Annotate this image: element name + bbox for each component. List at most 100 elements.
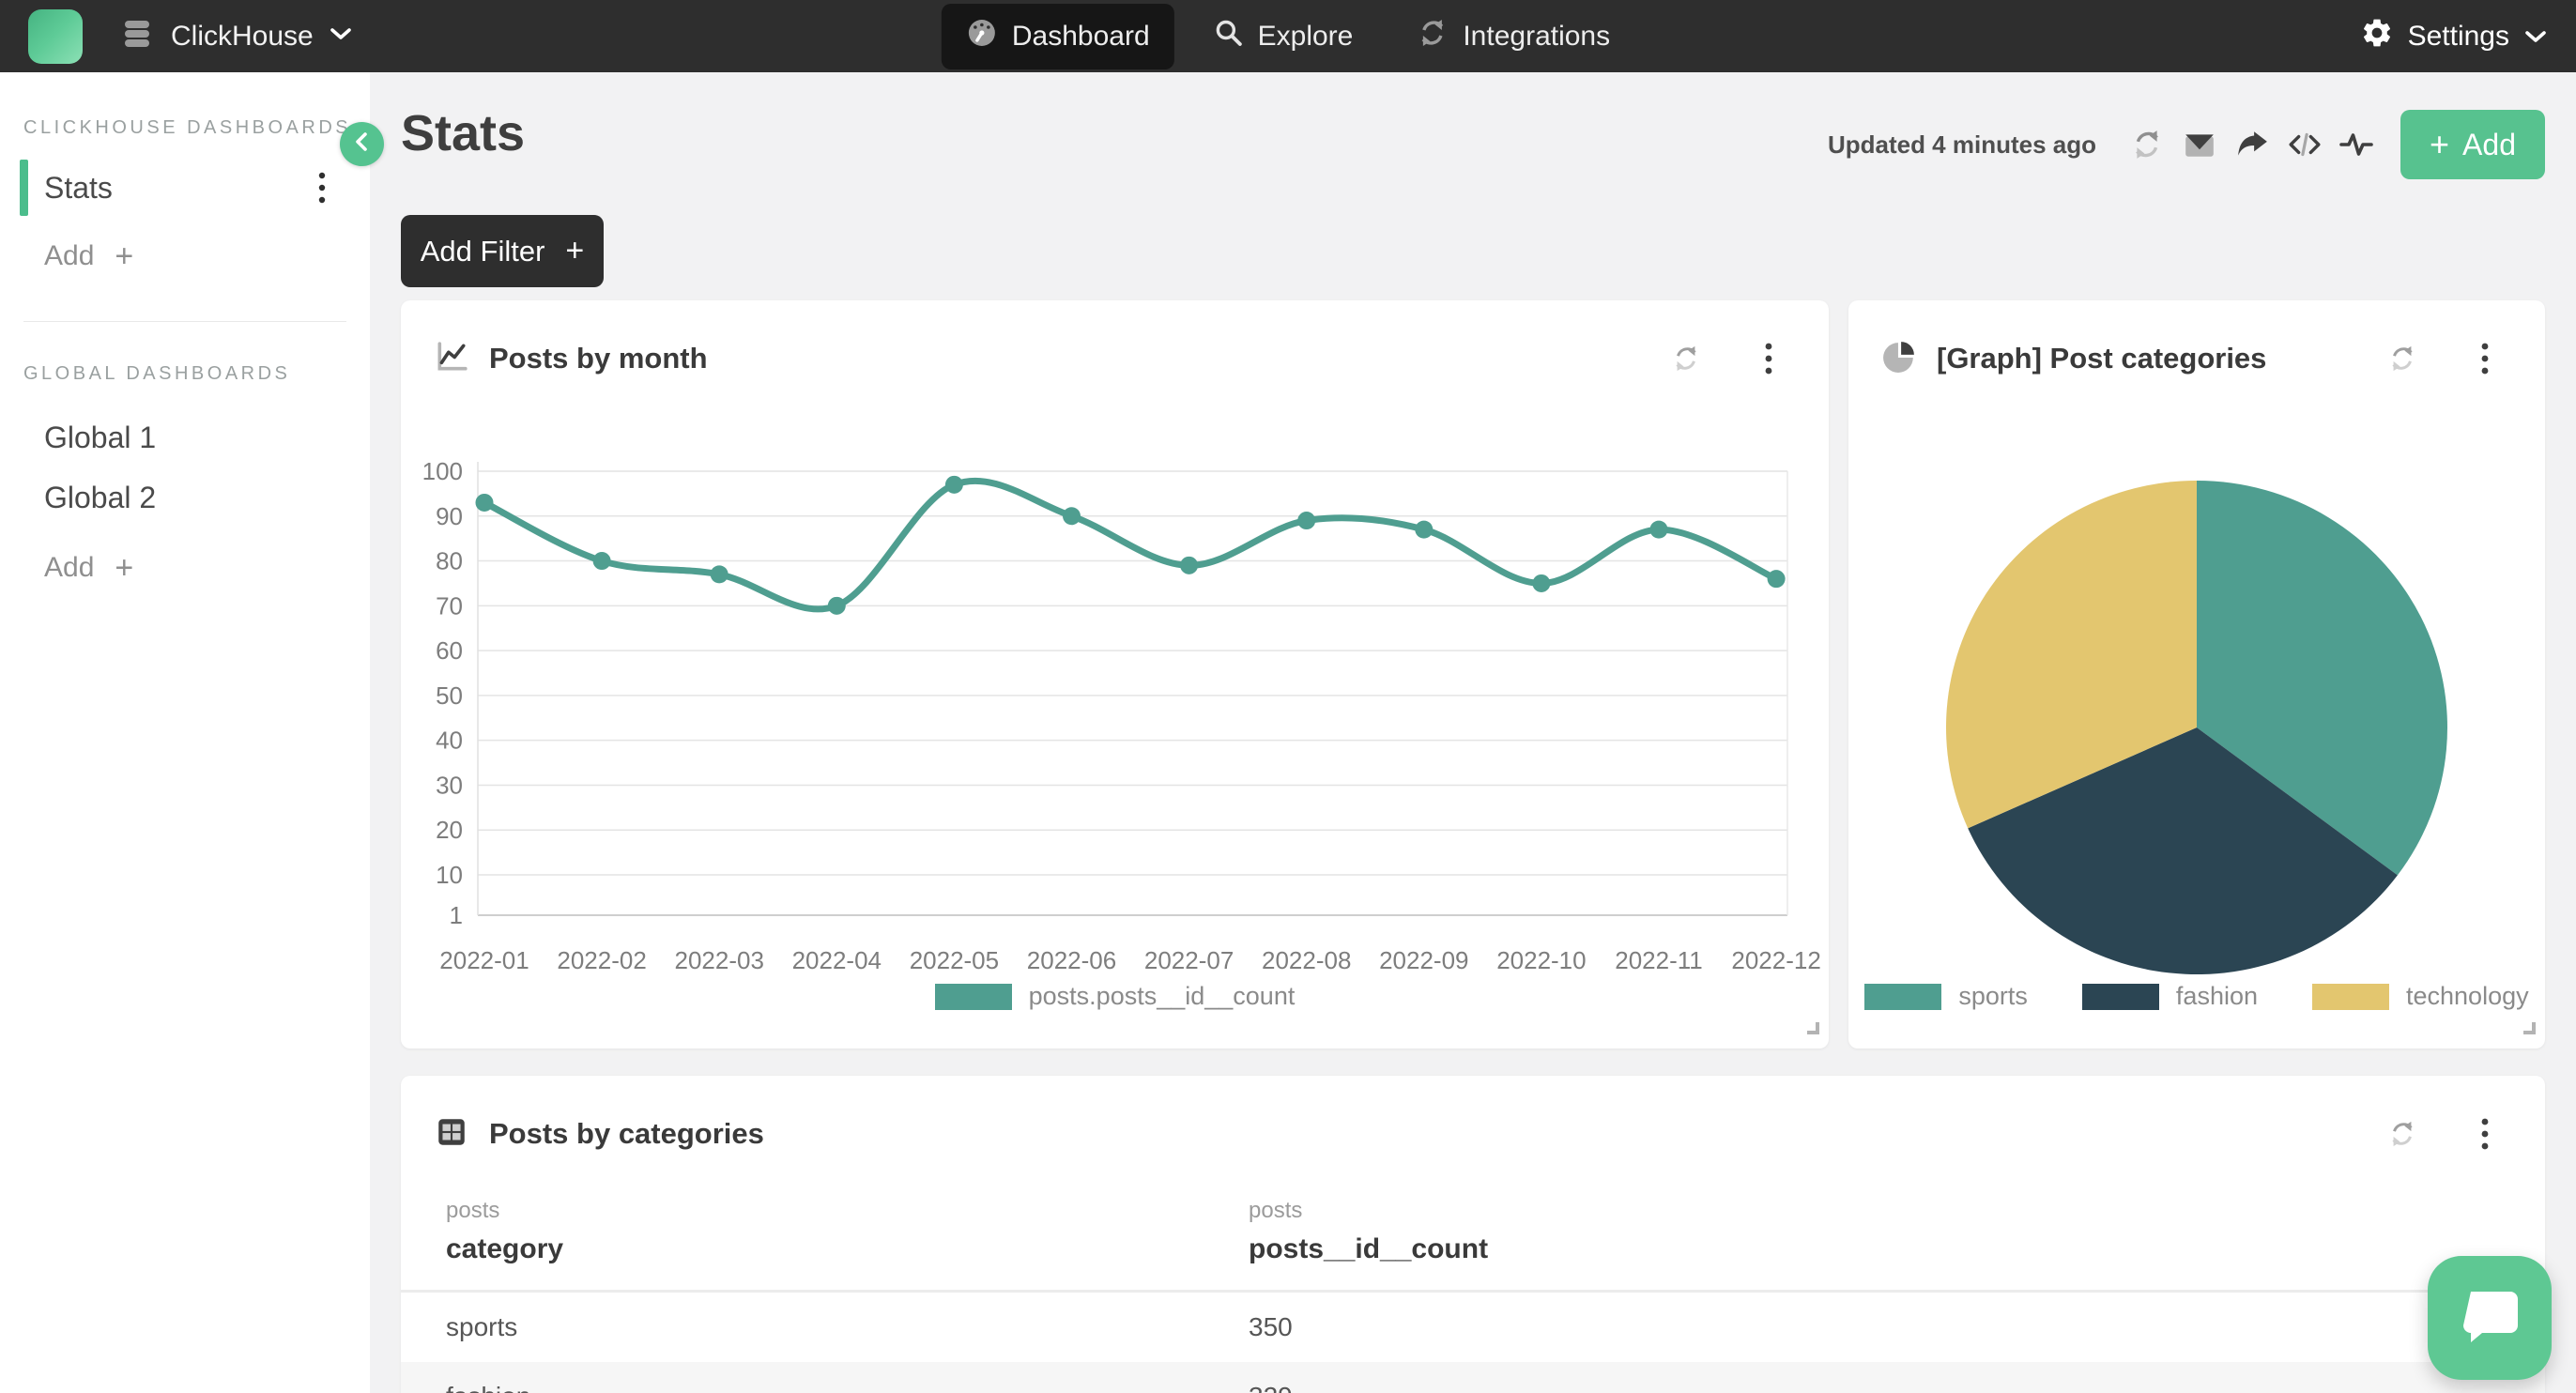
legend-label: sports [1958, 982, 2028, 1011]
mail-icon[interactable] [2173, 118, 2226, 171]
add-label: Add [44, 552, 94, 584]
active-indicator [20, 160, 28, 216]
page-header: Stats Updated 4 minutes ago [370, 72, 2576, 179]
sidebar-add-dashboard[interactable]: Add + [44, 240, 370, 272]
svg-text:2022-09: 2022-09 [1379, 946, 1468, 974]
nav-item-label: Explore [1258, 21, 1354, 53]
column-name[interactable]: category [446, 1233, 1249, 1265]
sidebar-add-global-dashboard[interactable]: Add + [44, 552, 370, 584]
panel-header: Posts by month [401, 300, 1829, 385]
gear-icon [2360, 16, 2394, 57]
svg-text:2022-11: 2022-11 [1615, 946, 1703, 974]
sidebar-section-title: CLICKHOUSE DASHBOARDS [23, 117, 370, 139]
pie-chart-icon [1882, 340, 1916, 378]
main-content: Stats Updated 4 minutes ago [370, 72, 2576, 1393]
plus-icon: + [2430, 128, 2449, 161]
activity-icon[interactable] [2331, 118, 2384, 171]
legend-swatch [2312, 984, 2389, 1010]
chevron-down-icon [2523, 21, 2548, 53]
svg-text:70: 70 [436, 591, 463, 620]
chat-launcher-button[interactable] [2428, 1256, 2552, 1380]
svg-text:2022-03: 2022-03 [674, 946, 763, 974]
panel-header: Posts by categories [401, 1076, 2545, 1160]
svg-text:2022-02: 2022-02 [557, 946, 646, 974]
legend-swatch [1864, 984, 1941, 1010]
pie-chart-legend: sports fashion technology [1848, 982, 2545, 1011]
chevron-left-icon [350, 130, 375, 159]
add-filter-button[interactable]: Add Filter + [401, 215, 604, 287]
cell-category: sports [446, 1312, 1249, 1342]
kebab-icon[interactable] [317, 170, 327, 206]
svg-text:2022-04: 2022-04 [792, 946, 882, 974]
nav-item-explore[interactable]: Explore [1189, 5, 1378, 69]
code-icon[interactable] [2278, 118, 2331, 171]
updated-timestamp: Updated 4 minutes ago [1828, 130, 2096, 160]
legend-label: fashion [2176, 982, 2258, 1011]
panel-refresh-button[interactable] [2376, 1108, 2429, 1160]
sidebar-item-global-2[interactable]: Global 2 [0, 467, 370, 528]
kebab-icon[interactable] [1742, 332, 1795, 385]
svg-text:100: 100 [422, 457, 463, 485]
plus-icon: + [565, 233, 584, 269]
sidebar-item-stats[interactable]: Stats [0, 160, 370, 216]
sidebar: CLICKHOUSE DASHBOARDS Stats Add + GLOBAL… [0, 72, 370, 1393]
svg-text:50: 50 [436, 681, 463, 710]
add-widget-button[interactable]: + Add [2400, 110, 2545, 179]
sidebar-collapse-button[interactable] [340, 122, 384, 166]
app-logo[interactable] [28, 9, 83, 64]
settings-menu[interactable]: Settings [2360, 16, 2548, 57]
header-toolbar: Updated 4 minutes ago [1828, 110, 2545, 179]
svg-text:80: 80 [436, 547, 463, 575]
resize-corner-icon[interactable] [2521, 1019, 2538, 1041]
column-group: posts [446, 1198, 1249, 1224]
nav-item-integrations[interactable]: Integrations [1392, 4, 1634, 69]
cell-category: fashion [446, 1382, 1249, 1393]
panel-refresh-button[interactable] [2376, 332, 2429, 385]
table-row: sports 350 [401, 1293, 2545, 1362]
nav-item-dashboard[interactable]: Dashboard [942, 4, 1174, 69]
top-nav: ClickHouse Dashboard Explore [0, 0, 2576, 72]
table-icon [435, 1115, 468, 1154]
panel-post-categories-graph: [Graph] Post categories [1848, 300, 2545, 1049]
share-icon[interactable] [2226, 118, 2278, 171]
svg-text:2022-07: 2022-07 [1144, 946, 1234, 974]
column-header-count: posts posts__id__count [1249, 1198, 2500, 1265]
svg-text:2022-12: 2022-12 [1731, 946, 1820, 974]
nav-item-label: Integrations [1463, 21, 1610, 53]
panel-posts-by-month: Posts by month 110203040506070809010020 [401, 300, 1829, 1049]
panel-refresh-button[interactable] [1660, 332, 1712, 385]
kebab-icon[interactable] [2459, 1108, 2511, 1160]
column-group: posts [1249, 1198, 2500, 1224]
svg-text:90: 90 [436, 502, 463, 530]
connection-switcher[interactable]: ClickHouse [122, 18, 353, 54]
legend-swatch [2082, 984, 2159, 1010]
table-row: fashion 329 [401, 1362, 2545, 1393]
svg-text:2022-08: 2022-08 [1262, 946, 1351, 974]
svg-text:20: 20 [436, 816, 463, 844]
svg-text:40: 40 [436, 727, 463, 755]
panel-title: Posts by month [489, 342, 708, 375]
line-chart-icon [435, 340, 468, 378]
panel-title: Posts by categories [489, 1117, 764, 1151]
settings-label: Settings [2408, 21, 2509, 53]
resize-corner-icon[interactable] [1804, 1019, 1821, 1041]
kebab-icon[interactable] [2459, 332, 2511, 385]
categories-table: posts category posts posts__id__count sp… [401, 1181, 2545, 1393]
sidebar-item-global-1[interactable]: Global 1 [0, 407, 370, 467]
sidebar-item-label: Global 2 [44, 481, 156, 515]
panel-posts-by-categories: Posts by categories [401, 1076, 2545, 1393]
posts-by-month-chart: 11020304050607080901002022-012022-022022… [401, 413, 1829, 995]
plus-icon: + [115, 240, 133, 272]
add-label: Add [44, 240, 94, 272]
column-name[interactable]: posts__id__count [1249, 1233, 2500, 1265]
connection-name: ClickHouse [171, 21, 314, 53]
search-icon [1214, 18, 1244, 55]
refresh-button[interactable] [2121, 118, 2173, 171]
line-chart-legend: posts.posts__id__count [401, 982, 1829, 1011]
sync-icon [1417, 17, 1449, 56]
chat-icon [2459, 1288, 2521, 1349]
dashboard-board: Posts by month 110203040506070809010020 [370, 300, 2576, 1393]
legend-swatch [935, 984, 1012, 1010]
svg-text:2022-06: 2022-06 [1027, 946, 1116, 974]
svg-text:60: 60 [436, 636, 463, 665]
